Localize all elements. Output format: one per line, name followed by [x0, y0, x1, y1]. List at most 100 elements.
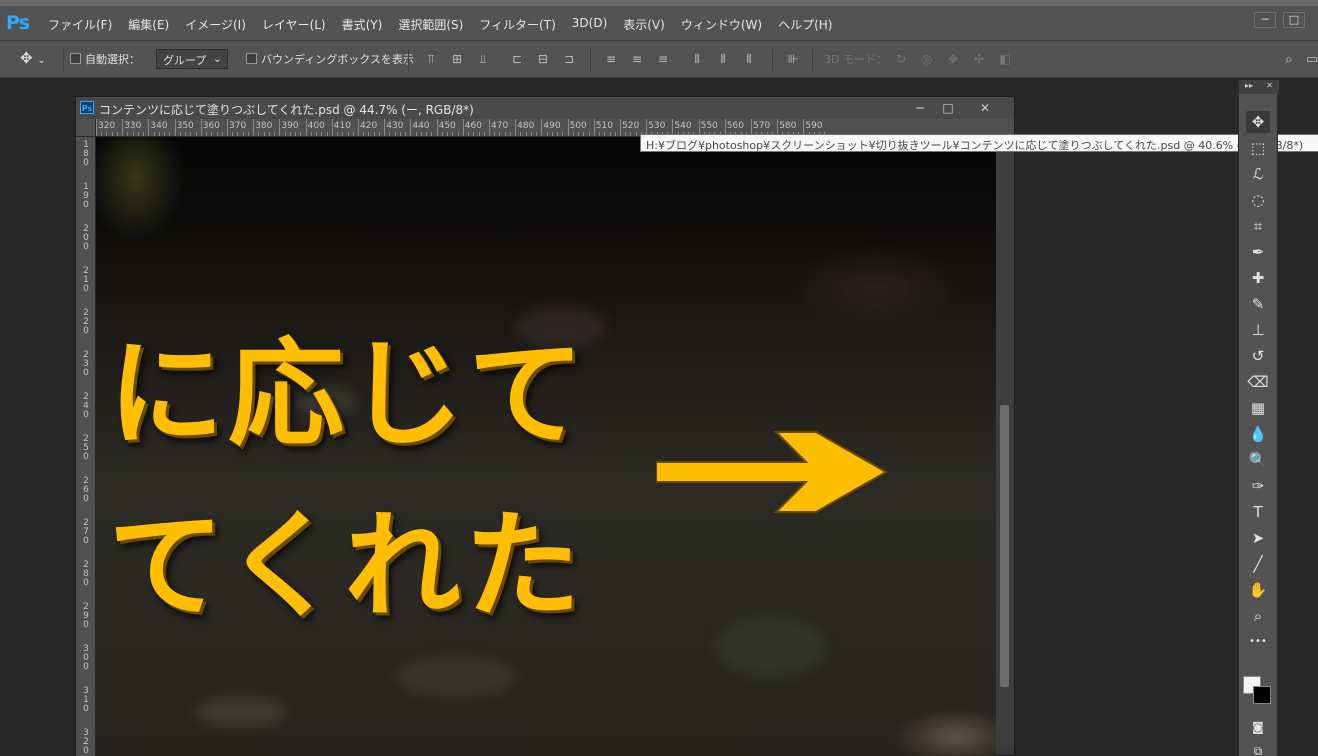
3d-orbit-icon[interactable]: ↻	[894, 53, 908, 66]
align-left-icon[interactable]: ⊏	[510, 53, 524, 66]
align-hcenter-icon[interactable]: ⊟	[536, 53, 550, 66]
distribute-hcenter-icon[interactable]: ⦀	[716, 53, 730, 66]
gradient-tool-icon[interactable]: ▦	[1246, 397, 1270, 419]
3d-scale-icon[interactable]: ◧	[998, 53, 1012, 66]
crop-tool-icon[interactable]: ⌗	[1246, 215, 1270, 237]
background-color-swatch[interactable]	[1253, 686, 1271, 704]
eyedropper-tool-icon[interactable]: ✒	[1246, 241, 1270, 263]
menu-item[interactable]: ヘルプ(H)	[770, 16, 840, 33]
ruler-tick	[247, 132, 249, 136]
menu-item[interactable]: 選択範囲(S)	[390, 16, 471, 33]
3d-roll-icon[interactable]: ◎	[920, 53, 934, 66]
auto-select-label: 自動選択：	[85, 53, 140, 66]
auto-select-checkbox[interactable]: 自動選択：	[70, 51, 140, 67]
distribute-top-icon[interactable]: ≡	[604, 53, 618, 66]
document-maximize-button[interactable]: □	[939, 100, 957, 116]
expand-panel-icon[interactable]: ▸▸	[1245, 81, 1253, 90]
search-icon[interactable]: ⌕	[1282, 52, 1296, 67]
distribute-right-icon[interactable]: ⦀	[742, 53, 756, 66]
auto-select-target-dropdown[interactable]: グループ ⌄	[156, 49, 228, 69]
healing-brush-tool-icon[interactable]: ✚	[1246, 267, 1270, 289]
ruler-tick	[289, 132, 291, 136]
menu-item[interactable]: 表示(V)	[615, 16, 673, 33]
image-canvas[interactable]: に応じて てくれた	[96, 137, 996, 756]
ruler-tick	[536, 132, 538, 136]
auto-align-icon[interactable]: ⊪	[786, 53, 800, 66]
menu-item[interactable]: ファイル(F)	[40, 16, 120, 33]
document-minimize-button[interactable]: ─	[911, 100, 929, 116]
eraser-tool-icon[interactable]: ⌫	[1246, 371, 1270, 393]
ruler-tick	[227, 119, 228, 136]
screen-mode-icon[interactable]: ⧉	[1246, 740, 1270, 756]
close-panel-icon[interactable]: ✕	[1266, 81, 1273, 90]
ruler-tick	[405, 132, 407, 136]
document-title-bar[interactable]: Ps コンテンツに応じて塗りつぶしてくれた.psd @ 44.7% (ー, RG…	[76, 97, 1014, 119]
ruler-tick	[206, 132, 208, 136]
ruler-origin[interactable]	[76, 119, 96, 137]
ruler-tick	[562, 132, 564, 136]
align-bottom-icon[interactable]: ⫫	[476, 53, 490, 66]
move-tool-icon[interactable]: ✥	[1246, 111, 1270, 133]
quick-select-tool-icon[interactable]: ◌	[1246, 189, 1270, 211]
brush-tool-icon[interactable]: ✎	[1246, 293, 1270, 315]
history-brush-tool-icon[interactable]: ↺	[1246, 345, 1270, 367]
path-select-tool-icon[interactable]: ➤	[1246, 527, 1270, 549]
3d-slide-icon[interactable]: ✣	[972, 53, 986, 66]
marquee-tool-icon[interactable]: ⬚	[1246, 137, 1270, 159]
ruler-tick-label: 3 1 0	[83, 686, 89, 714]
menu-item[interactable]: イメージ(I)	[177, 16, 254, 33]
zoom-tool-icon[interactable]: ⌕	[1246, 605, 1270, 627]
canvas-text-layer[interactable]: に応じて てくれた	[108, 309, 588, 653]
menu-item[interactable]: 書式(Y)	[334, 16, 391, 33]
document-close-button[interactable]: ✕	[976, 100, 994, 116]
align-vcenter-icon[interactable]: ⊞	[450, 53, 464, 66]
distribute-left-icon[interactable]: ⦀	[690, 53, 704, 66]
arrow-shape-layer[interactable]	[656, 417, 896, 527]
restore-app-button[interactable]: □	[1283, 12, 1305, 28]
ruler-tick	[137, 132, 139, 136]
menu-item[interactable]: フィルター(T)	[471, 16, 563, 33]
minimize-app-button[interactable]: ─	[1254, 12, 1276, 28]
ruler-tick	[625, 132, 627, 136]
ruler-tick	[468, 132, 470, 136]
3d-pan-icon[interactable]: ✥	[946, 53, 960, 66]
tools-panel-header[interactable]: ▸▸ ✕	[1239, 80, 1279, 94]
ruler-tick-label: 520	[622, 121, 640, 131]
show-bounding-box-checkbox[interactable]: バウンディングボックスを表示	[246, 51, 414, 67]
clone-stamp-tool-icon[interactable]: ⊥	[1246, 319, 1270, 341]
ruler-tick	[609, 132, 611, 136]
menu-item[interactable]: 編集(E)	[120, 16, 177, 33]
ruler-tick	[530, 132, 532, 136]
scrollbar-thumb[interactable]	[1000, 405, 1009, 687]
ruler-tick	[431, 132, 433, 136]
menu-item[interactable]: 3D(D)	[564, 16, 615, 33]
hand-tool-icon[interactable]: ✋	[1246, 579, 1270, 601]
pen-tool-icon[interactable]: ✑	[1246, 475, 1270, 497]
align-top-icon[interactable]: ⫪	[424, 53, 438, 66]
blur-tool-icon[interactable]: 💧	[1246, 423, 1270, 445]
distribute-bottom-icon[interactable]: ≡	[656, 53, 670, 66]
ruler-tick	[447, 132, 449, 136]
ruler-tick	[232, 132, 234, 136]
lasso-tool-icon[interactable]: ℒ	[1246, 163, 1270, 185]
menu-item[interactable]: ウィンドウ(W)	[673, 16, 770, 33]
move-tool-preset-icon[interactable]: ✥ ⌄	[20, 49, 46, 67]
quick-mask-icon[interactable]: ◙	[1246, 716, 1270, 738]
type-tool-icon[interactable]: T	[1246, 501, 1270, 523]
align-right-icon[interactable]: ⊐	[562, 53, 576, 66]
vertical-ruler[interactable]: 1 8 0 1 9 0 2 0 0 2 1 0 2 2 0 2 3 0 2 4 0 2 5 0…	[76, 137, 96, 756]
dodge-tool-icon[interactable]: 🔍	[1246, 449, 1270, 471]
more-tools-icon[interactable]: •••	[1246, 631, 1270, 653]
3d-mode-label: 3D モード：	[824, 53, 887, 66]
ruler-tick-label: 510	[595, 121, 613, 131]
ruler-tick	[436, 119, 438, 136]
workspace-icon[interactable]: ▭	[1306, 53, 1318, 66]
ruler-tick-label: 570	[753, 121, 771, 131]
distribute-vcenter-icon[interactable]: ≡	[630, 53, 644, 66]
document-vertical-scrollbar[interactable]	[996, 137, 1014, 747]
ruler-tick	[599, 132, 601, 136]
bokeh	[196, 697, 286, 727]
menu-item[interactable]: レイヤー(L)	[254, 16, 334, 33]
line-tool-icon[interactable]: ╱	[1246, 553, 1270, 575]
document-ps-icon: Ps	[80, 101, 94, 114]
